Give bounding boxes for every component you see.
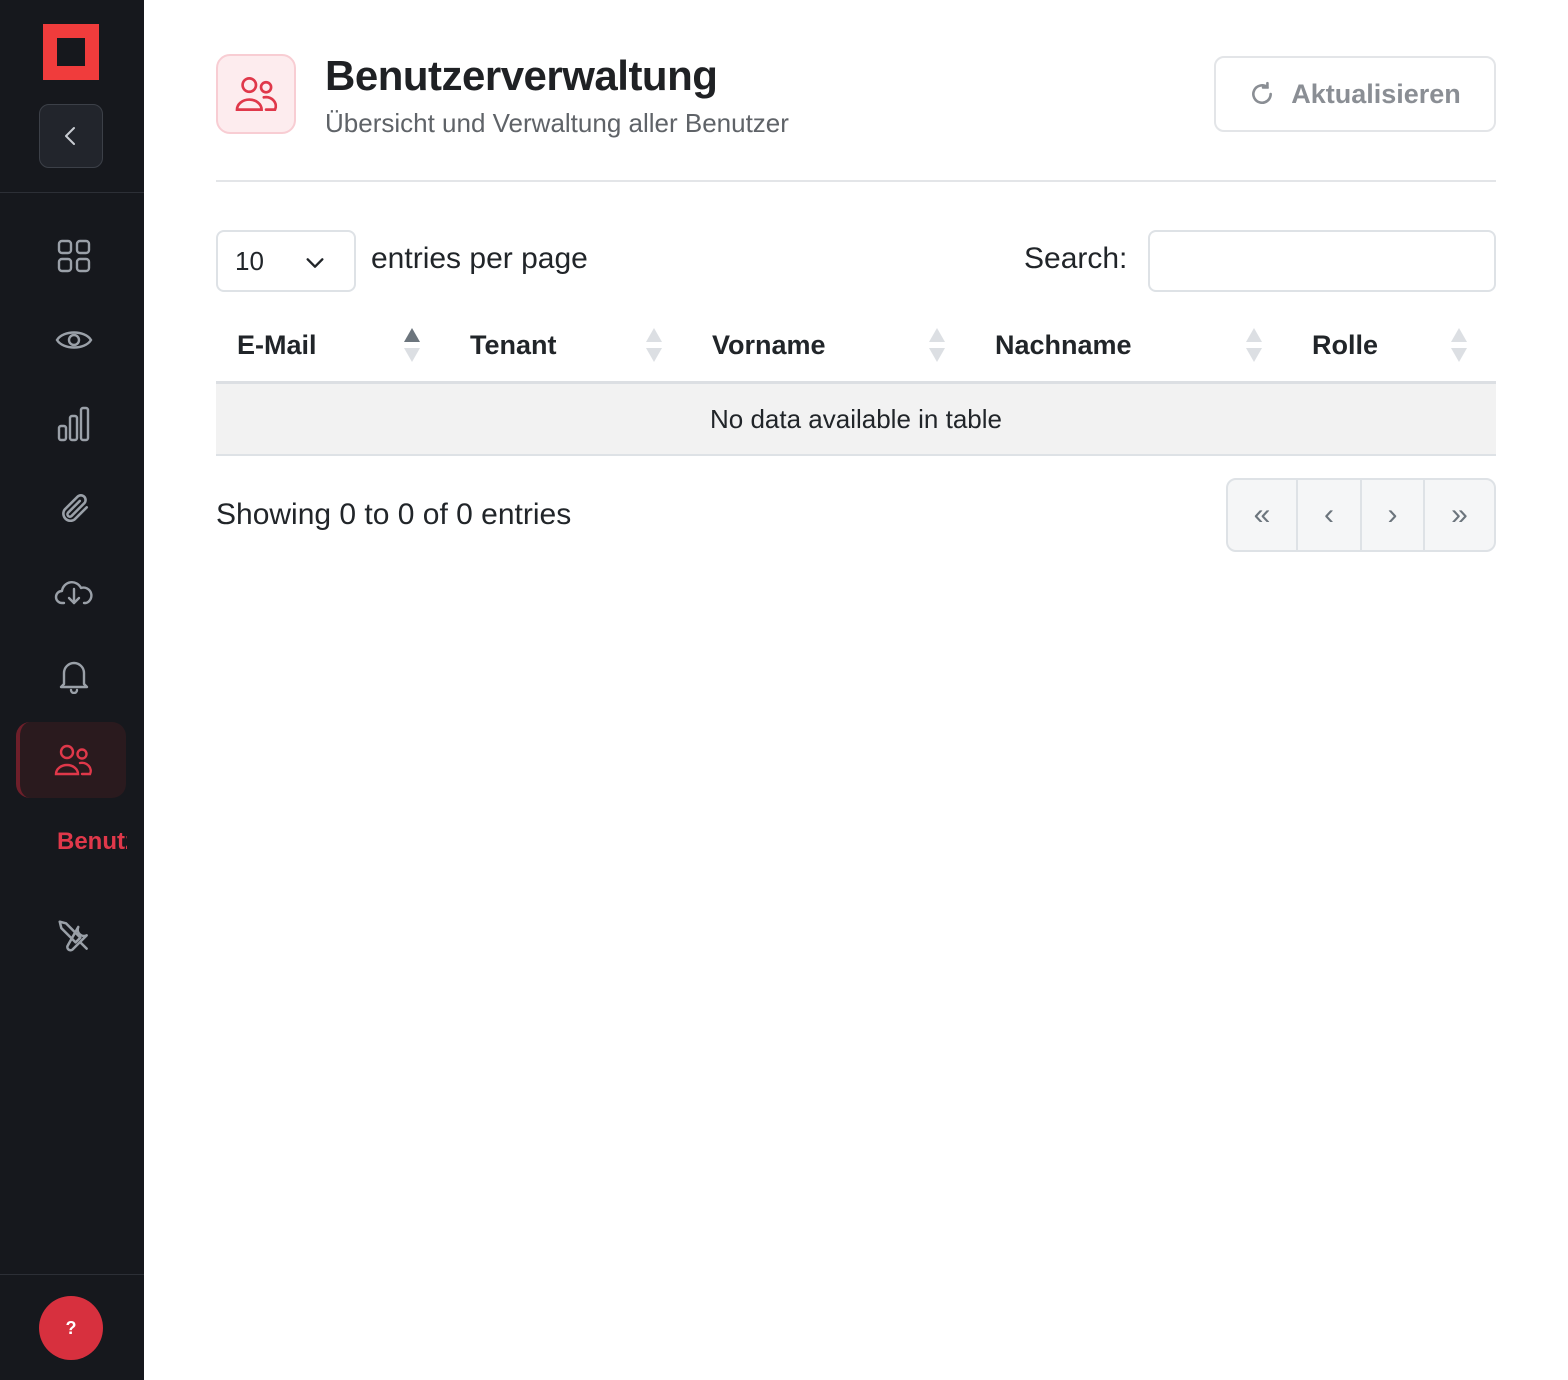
nav-item-users-label: Benutzer bbox=[57, 828, 127, 855]
entries-per-page-label: entries per page bbox=[371, 242, 588, 275]
users-icon bbox=[235, 77, 278, 111]
column-header-label: E-Mail bbox=[237, 329, 317, 360]
page-title: Benutzerverwaltung bbox=[325, 52, 718, 99]
chevron-left-icon bbox=[65, 127, 75, 145]
nav-item-downloads[interactable] bbox=[34, 560, 114, 624]
users-icon bbox=[54, 744, 92, 776]
logo[interactable] bbox=[43, 24, 99, 80]
empty-table-row: No data available in table bbox=[216, 384, 1496, 456]
entries-per-page-select[interactable]: 10 bbox=[216, 230, 356, 292]
help-button[interactable]: ? bbox=[39, 1296, 103, 1360]
table-header: E-Mail Tenant Vorname Nachname Rolle bbox=[216, 310, 1496, 384]
previous-page-button[interactable]: ‹ bbox=[1298, 480, 1362, 550]
dashboard-grid-icon bbox=[57, 239, 91, 273]
sort-indicator-icon bbox=[404, 328, 420, 364]
nav-item-attachments[interactable] bbox=[34, 476, 114, 540]
sidebar: Benutzer ? bbox=[0, 0, 144, 1380]
app: Benutzer ? Benutzerverwaltung Übersicht … bbox=[0, 0, 1568, 1380]
search-input[interactable] bbox=[1148, 230, 1496, 292]
nav-item-tools[interactable] bbox=[34, 904, 114, 968]
column-header-nachname[interactable]: Nachname bbox=[995, 310, 1132, 380]
first-page-button[interactable]: « bbox=[1228, 480, 1298, 550]
column-header-email[interactable]: E-Mail bbox=[237, 310, 317, 380]
refresh-icon bbox=[1252, 81, 1273, 105]
page-subtitle: Übersicht und Verwaltung aller Benutzer bbox=[325, 108, 789, 138]
nav-item-statistics[interactable] bbox=[34, 392, 114, 456]
nav-item-users[interactable] bbox=[16, 722, 126, 798]
sidebar-divider bbox=[0, 192, 144, 193]
tools-icon bbox=[58, 920, 88, 952]
nav-item-notifications[interactable] bbox=[34, 644, 114, 708]
sidebar-divider bbox=[0, 1274, 144, 1275]
entries-per-page-value: 10 bbox=[235, 245, 264, 276]
refresh-button-label: Aktualisieren bbox=[1291, 78, 1461, 109]
column-header-rolle[interactable]: Rolle bbox=[1312, 310, 1378, 380]
header-divider bbox=[216, 180, 1496, 182]
column-header-tenant[interactable]: Tenant bbox=[470, 310, 557, 380]
last-page-button[interactable]: » bbox=[1425, 480, 1494, 550]
bell-icon bbox=[59, 661, 89, 694]
column-header-label: Vorname bbox=[712, 329, 826, 360]
nav-item-overview[interactable] bbox=[34, 308, 114, 372]
column-header-vorname[interactable]: Vorname bbox=[712, 310, 826, 380]
eye-icon bbox=[55, 331, 93, 349]
bar-chart-icon bbox=[57, 406, 90, 442]
paperclip-icon bbox=[62, 494, 89, 523]
refresh-button[interactable]: Aktualisieren bbox=[1214, 56, 1496, 132]
sort-indicator-icon bbox=[1246, 328, 1262, 364]
nav-item-dashboard[interactable] bbox=[34, 224, 114, 288]
sort-indicator-icon bbox=[1451, 328, 1467, 364]
table-info: Showing 0 to 0 of 0 entries bbox=[216, 498, 572, 531]
column-header-label: Rolle bbox=[1312, 329, 1379, 360]
cloud-download-icon bbox=[54, 581, 93, 605]
sort-indicator-icon bbox=[929, 328, 945, 364]
column-header-label: Nachname bbox=[995, 329, 1132, 360]
pagination: « ‹ › » bbox=[1226, 478, 1496, 552]
column-header-label: Tenant bbox=[470, 329, 557, 360]
sort-indicator-icon bbox=[646, 328, 662, 364]
search-label: Search: bbox=[1024, 242, 1128, 275]
page-icon bbox=[216, 54, 296, 134]
collapse-sidebar-button[interactable] bbox=[39, 104, 103, 168]
users-table: E-Mail Tenant Vorname Nachname Rolle No … bbox=[216, 310, 1496, 456]
logo-inner bbox=[57, 38, 85, 66]
next-page-button[interactable]: › bbox=[1362, 480, 1425, 550]
chevron-down-icon bbox=[306, 258, 324, 268]
